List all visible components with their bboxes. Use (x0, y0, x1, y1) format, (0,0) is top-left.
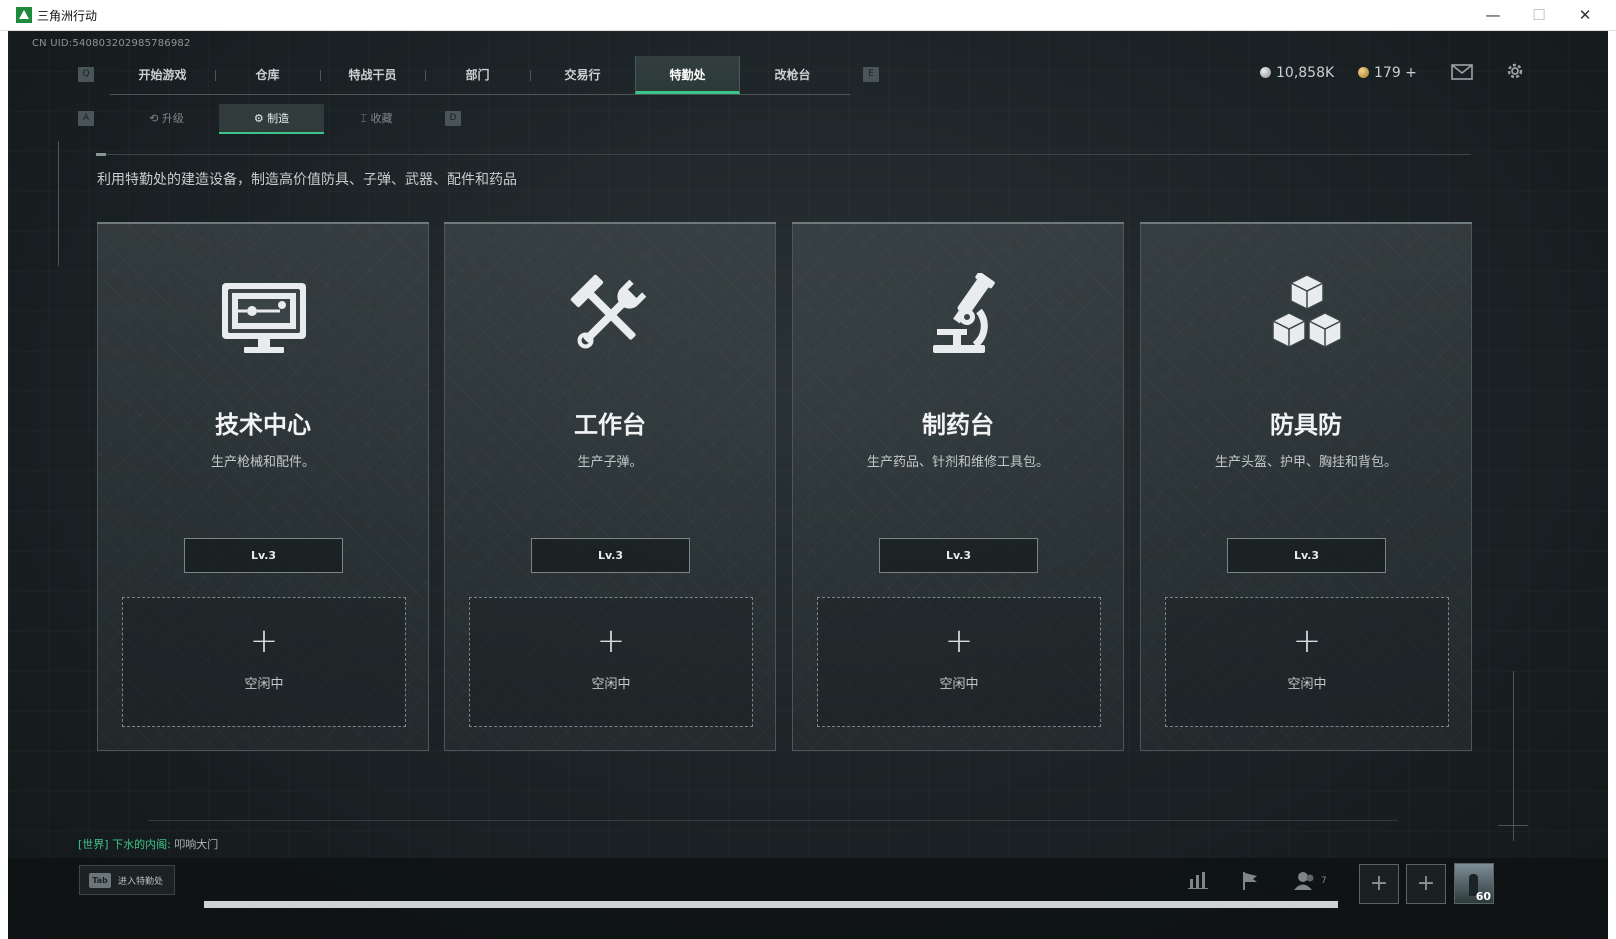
tab-trade[interactable]: 交易行 (530, 56, 635, 94)
enter-special-ops-button[interactable]: Tab 进入特勤处 (79, 865, 175, 895)
gear-icon[interactable] (1503, 61, 1527, 85)
gear-icon: ⚙ (253, 112, 268, 125)
tab-department[interactable]: 部门 (425, 56, 530, 94)
add-icon: + (1292, 621, 1322, 661)
upgrade-icon: ⟲ (149, 112, 162, 125)
station-card-pharmacy[interactable]: 制药台 生产药品、针剂和维修工具包。 Lv.3 + 空闲中 (792, 222, 1124, 751)
maximize-button[interactable]: ☐ (1516, 0, 1562, 30)
station-card-tech-center[interactable]: 技术中心 生产枪械和配件。 Lv.3 + 空闲中 (97, 222, 429, 751)
slot-status: 空闲中 (244, 677, 284, 692)
station-description: 生产药品、针剂和维修工具包。 (866, 455, 1049, 470)
production-slot[interactable]: + 空闲中 (1165, 597, 1449, 727)
divider-accent (96, 153, 106, 156)
monitor-icon (214, 273, 314, 357)
hud-line (1513, 671, 1514, 841)
tab-gunsmith[interactable]: 改枪台 (740, 56, 845, 94)
sub-nav: ⟲ 升级 ⚙ 制造 ⌶ 收藏 (114, 104, 429, 134)
hud-line (148, 820, 1398, 821)
cubes-icon (1257, 273, 1357, 357)
main-nav: 开始游戏 仓库 特战干员 部门 交易行 特勤处 改枪台 (110, 56, 850, 95)
close-button[interactable]: ✕ (1562, 0, 1608, 30)
station-name: 制药台 (922, 411, 994, 439)
station-level-badge: Lv.3 (879, 538, 1038, 573)
add-icon: + (596, 621, 626, 661)
subtab-collect[interactable]: ⌶ 收藏 (324, 104, 429, 134)
slot-status: 空闲中 (1287, 677, 1327, 692)
silver-amount: 10,858K (1276, 65, 1335, 81)
window-titlebar: 三角洲行动 — ☐ ✕ (0, 0, 1616, 31)
subtab-upgrade-label: 升级 (161, 112, 184, 125)
station-description: 生产头盔、护甲、胸挂和背包。 (1214, 455, 1397, 470)
player-level: 60 (1475, 890, 1491, 903)
station-name: 工作台 (574, 411, 646, 439)
flag-icon[interactable] (1238, 871, 1262, 895)
game-viewport: CN UID:540803202985786982 Q 开始游戏 仓库 特战干员… (8, 31, 1608, 939)
stats-icon[interactable] (1186, 871, 1210, 895)
friends-icon[interactable] (1293, 871, 1317, 895)
subtab-craft-label: 制造 (267, 112, 290, 125)
background-window-strip (204, 901, 1338, 908)
window-title: 三角洲行动 (37, 9, 98, 23)
tab-warehouse[interactable]: 仓库 (215, 56, 320, 94)
subtab-prev-key[interactable]: A (78, 111, 94, 126)
station-description: 生产子弹。 (577, 455, 643, 470)
slot-status: 空闲中 (939, 677, 979, 692)
station-card-armory[interactable]: 防具防 生产头盔、护甲、胸挂和背包。 Lv.3 + 空闲中 (1140, 222, 1472, 751)
station-level-badge: Lv.3 (184, 538, 343, 573)
subtab-upgrade[interactable]: ⟲ 升级 (114, 104, 219, 134)
slot-status: 空闲中 (591, 677, 631, 692)
party-slot-button[interactable]: + (1359, 864, 1399, 904)
nav-next-key[interactable]: E (863, 67, 879, 82)
player-avatar[interactable]: 60 (1454, 863, 1494, 904)
add-icon: + (944, 621, 974, 661)
collect-icon: ⌶ (360, 112, 371, 125)
chat-text: 叩响大门 (174, 838, 219, 851)
hud-line (58, 141, 59, 266)
silver-coin-icon (1260, 67, 1271, 78)
party-slot-button[interactable]: + (1406, 864, 1446, 904)
tab-key-hint: Tab (89, 873, 111, 888)
chat-message[interactable]: [世界] 下水的内阁: 叩响大门 (78, 836, 218, 852)
subtab-next-key[interactable]: D (445, 111, 461, 126)
nav-prev-key[interactable]: Q (78, 67, 94, 82)
section-divider (96, 154, 1471, 155)
production-slot[interactable]: + 空闲中 (122, 597, 406, 727)
station-level-badge: Lv.3 (1227, 538, 1386, 573)
station-name: 技术中心 (215, 411, 311, 439)
station-card-workbench[interactable]: 工作台 生产子弹。 Lv.3 + 空闲中 (444, 222, 776, 751)
station-level-badge: Lv.3 (531, 538, 690, 573)
chat-user: 下水的内阁: (112, 838, 171, 851)
page-description: 利用特勤处的建造设备，制造高价值防具、子弹、武器、配件和药品 (97, 172, 517, 188)
silver-currency: 10,858K (1260, 65, 1334, 81)
station-description: 生产枪械和配件。 (210, 455, 315, 470)
gold-amount: 179 + (1374, 65, 1417, 81)
add-icon: + (249, 621, 279, 661)
production-slot[interactable]: + 空闲中 (469, 597, 753, 727)
tab-start-game[interactable]: 开始游戏 (110, 56, 215, 94)
hud-line (1498, 825, 1528, 826)
chat-channel: [世界] (78, 838, 109, 851)
enter-special-ops-label: 进入特勤处 (118, 877, 164, 887)
gold-coin-icon (1358, 67, 1369, 78)
mail-icon[interactable] (1450, 61, 1474, 85)
minimize-button[interactable]: — (1470, 0, 1516, 30)
gold-currency[interactable]: 179 + (1358, 65, 1417, 81)
station-name: 防具防 (1270, 411, 1342, 439)
subtab-craft[interactable]: ⚙ 制造 (219, 104, 324, 134)
app-logo-icon (16, 7, 32, 23)
player-uid: CN UID:540803202985786982 (32, 38, 191, 49)
subtab-collect-label: 收藏 (370, 112, 393, 125)
tab-special-ops[interactable]: 特勤处 (635, 56, 740, 94)
production-slot[interactable]: + 空闲中 (817, 597, 1101, 727)
friend-count: 7 (1321, 876, 1327, 886)
tools-icon (561, 273, 661, 357)
microscope-icon (909, 271, 1009, 357)
tab-operators[interactable]: 特战干员 (320, 56, 425, 94)
